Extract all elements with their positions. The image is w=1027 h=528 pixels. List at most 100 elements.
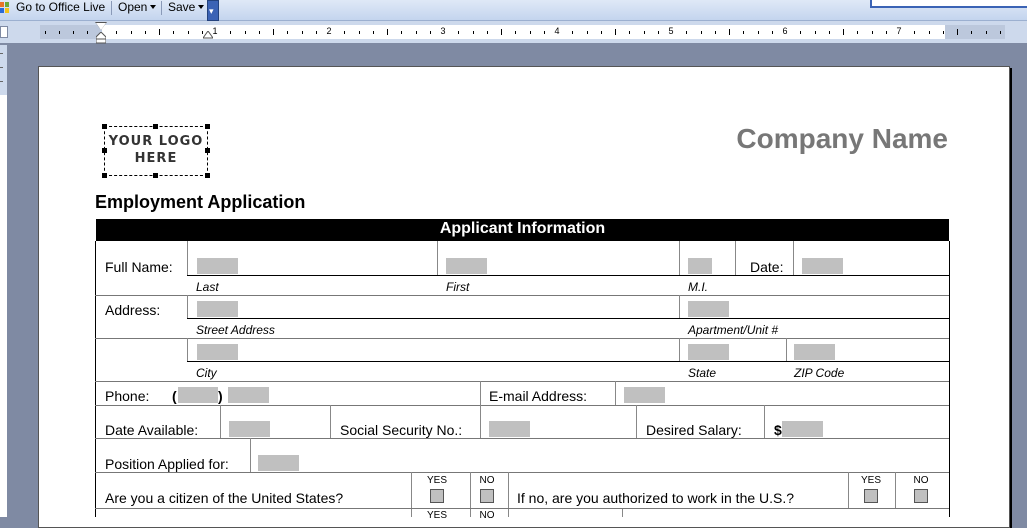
ruler-number: 4 [554, 26, 560, 36]
row-divider [95, 295, 949, 296]
resize-handle[interactable] [205, 148, 210, 153]
horizontal-ruler[interactable] [40, 25, 1005, 39]
mi-sublabel: M.I. [688, 280, 708, 294]
first-name-field[interactable] [446, 258, 487, 274]
logo-placeholder[interactable]: YOUR LOGO HERE [102, 124, 210, 178]
cell-divider [480, 381, 481, 405]
toolbar-separator [161, 1, 162, 15]
ruler-tick [501, 29, 502, 35]
resize-handle[interactable] [205, 173, 210, 178]
resize-handle[interactable] [102, 124, 107, 129]
middle-initial-field[interactable] [688, 258, 712, 274]
authorized-no-label: NO [913, 475, 929, 486]
phone-number-field[interactable] [228, 387, 269, 403]
authorized-yes-checkbox[interactable] [864, 489, 878, 503]
cell-divider [480, 405, 481, 438]
open-menu-button[interactable]: Open [118, 0, 157, 16]
phone-label: Phone: [105, 388, 150, 404]
email-label: E-mail Address: [489, 388, 588, 404]
ruler-tick [530, 31, 531, 34]
email-field[interactable] [624, 387, 665, 403]
field-underline [187, 361, 949, 362]
toolbar: Go to Office Live Open Save ▾ [0, 0, 1027, 21]
ruler-tick [373, 31, 374, 34]
street-sublabel: Street Address [196, 323, 275, 337]
ruler-tick [416, 31, 417, 34]
resize-handle[interactable] [102, 148, 107, 153]
cell-divider [679, 295, 680, 318]
apartment-field[interactable] [688, 301, 729, 317]
ruler-tick [857, 31, 858, 34]
ruler-tick [188, 31, 189, 34]
ruler-tick [943, 31, 944, 34]
table-border-right [949, 241, 950, 517]
cell-divider [848, 472, 849, 508]
hanging-indent-marker[interactable] [96, 32, 106, 44]
row-divider [95, 438, 949, 439]
date-available-field[interactable] [229, 421, 270, 437]
ruler-tick [872, 31, 873, 34]
field-underline [187, 318, 949, 319]
open-label: Open [118, 0, 148, 14]
ruler-tick [629, 31, 630, 34]
citizen-yes-label: YES [426, 475, 447, 486]
right-indent-marker[interactable] [203, 31, 213, 39]
ruler-tick [73, 31, 74, 34]
ruler-tick [344, 31, 345, 34]
cell-divider [786, 338, 787, 361]
row-divider [95, 381, 949, 382]
state-field[interactable] [688, 344, 729, 360]
ruler-tick [316, 31, 317, 34]
toolbar-options-button[interactable]: ▾ [207, 0, 219, 21]
ruler-tick [87, 31, 88, 34]
cell-divider [220, 405, 221, 438]
authorized-yes-label: YES [860, 475, 881, 486]
ruler-tick [0, 81, 3, 82]
ruler-tick [259, 31, 260, 34]
resize-handle[interactable] [153, 124, 158, 129]
zip-field[interactable] [794, 344, 835, 360]
ruler-tick [287, 31, 288, 34]
tab-selector[interactable] [0, 26, 8, 38]
citizen-yes-checkbox[interactable] [430, 489, 444, 503]
citizen-no-checkbox[interactable] [480, 489, 494, 503]
ruler-tick [359, 31, 360, 34]
resize-handle[interactable] [102, 173, 107, 178]
cell-divider [679, 338, 680, 361]
ruler-tick [45, 31, 46, 34]
street-address-field[interactable] [197, 301, 238, 317]
date-field[interactable] [802, 258, 843, 274]
state-sublabel: State [688, 366, 717, 380]
ruler-tick [658, 31, 659, 34]
ruler-tick [230, 31, 231, 34]
resize-handle[interactable] [205, 124, 210, 129]
first-sublabel: First [446, 280, 470, 294]
ruler-tick [729, 29, 730, 35]
last-name-field[interactable] [197, 258, 238, 274]
save-menu-button[interactable]: Save [168, 0, 205, 16]
cell-divider [411, 472, 412, 517]
position-field[interactable] [258, 455, 299, 471]
ruler-tick [957, 29, 958, 35]
ruler-tick [986, 31, 987, 34]
cell-divider [793, 241, 794, 275]
row-divider [95, 472, 949, 473]
desired-salary-field[interactable] [782, 421, 823, 437]
city-field[interactable] [197, 344, 238, 360]
apartment-sublabel: Apartment/Unit # [688, 323, 779, 337]
ruler-tick [815, 31, 816, 34]
ruler-tick [302, 31, 303, 34]
first-line-indent-fill [96, 23, 106, 30]
ruler-number: 6 [782, 26, 788, 36]
go-to-office-live-button[interactable]: Go to Office Live [16, 0, 105, 16]
ruler-number: 2 [326, 26, 332, 36]
date-label: Date: [750, 259, 784, 275]
ssn-field[interactable] [489, 421, 530, 437]
ruler-tick [914, 31, 915, 34]
resize-handle[interactable] [153, 173, 158, 178]
authorized-no-checkbox[interactable] [914, 489, 928, 503]
cell-divider [470, 472, 471, 517]
ruler-number: 3 [440, 26, 446, 36]
phone-area-code-field[interactable] [178, 387, 218, 403]
ruler-tick [1000, 31, 1001, 34]
